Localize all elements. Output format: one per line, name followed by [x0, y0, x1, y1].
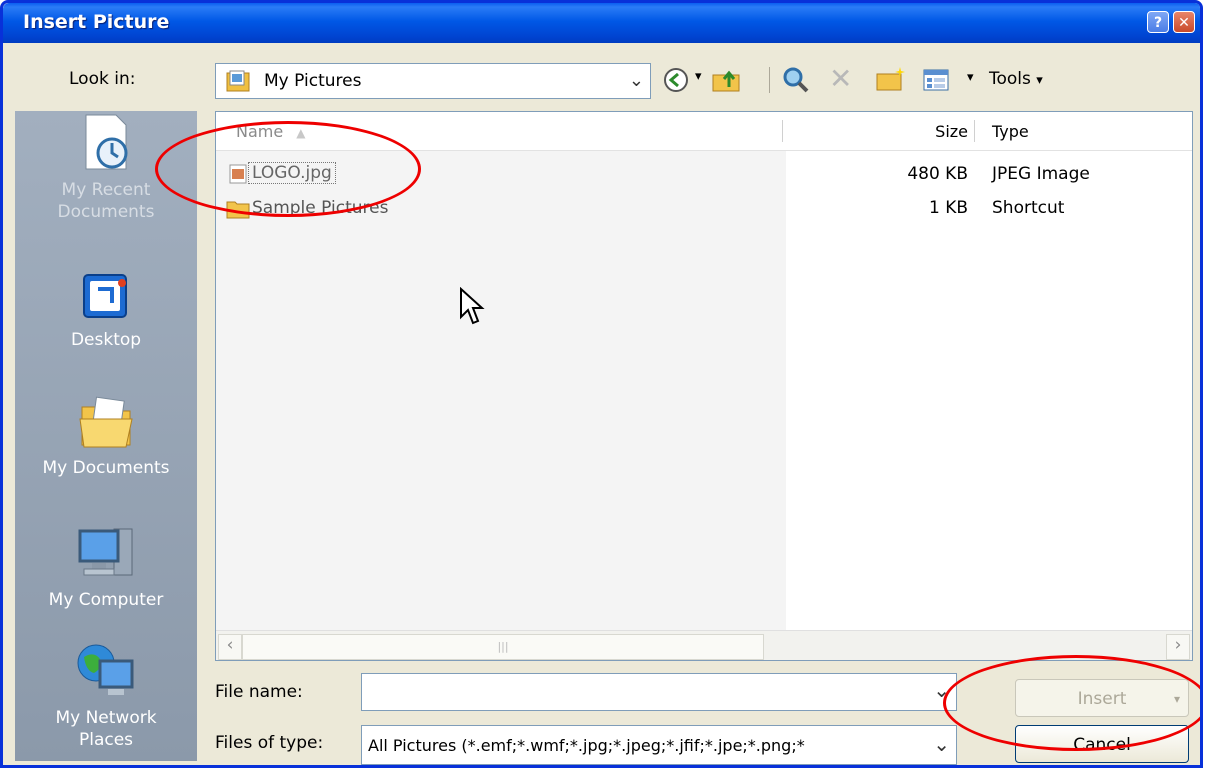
place-label: Places: [78, 730, 134, 750]
file-name-combobox[interactable]: ⌄: [361, 673, 957, 711]
place-label: Desktop: [70, 330, 142, 350]
column-header-type[interactable]: Type: [992, 122, 1029, 141]
chevron-down-icon: ⌄: [628, 70, 644, 91]
file-name-label: File name:: [215, 682, 303, 702]
tools-label: Tools: [989, 69, 1031, 89]
places-bar: My Recent Documents Desktop My Documents: [15, 111, 197, 761]
column-header-size[interactable]: Size: [916, 122, 968, 141]
place-label: Documents: [57, 202, 155, 222]
scroll-left-button[interactable]: ‹: [218, 634, 242, 660]
toolbar-separator: [769, 67, 770, 93]
annotation-circle-insert: [943, 655, 1200, 751]
place-my-network-places[interactable]: My Network Places: [15, 641, 197, 751]
place-label: My Documents: [42, 458, 170, 478]
back-arrow-icon: [664, 68, 688, 92]
network-places-icon: [77, 644, 134, 695]
folder-up-icon: [712, 70, 740, 92]
files-of-type-value: All Pictures (*.emf;*.wmf;*.jpg;*.jpeg;*…: [368, 736, 805, 755]
place-label: My Computer: [48, 590, 164, 610]
back-dropdown-icon[interactable]: ▾: [695, 69, 702, 84]
views-icon: [923, 69, 949, 91]
chevron-right-icon: ›: [1174, 635, 1182, 655]
recent-documents-icon: [85, 114, 128, 170]
column-divider[interactable]: [782, 120, 783, 142]
help-icon: ?: [1153, 15, 1163, 31]
search-icon: [783, 67, 809, 93]
my-documents-icon: [79, 396, 133, 448]
desktop-icon: [83, 274, 127, 318]
file-type: JPEG Image: [992, 164, 1090, 184]
place-desktop[interactable]: Desktop: [15, 271, 197, 351]
views-dropdown-icon[interactable]: ▾: [967, 70, 974, 85]
title-bar[interactable]: Insert Picture ? ✕: [3, 3, 1200, 43]
delete-icon: ✕: [829, 62, 853, 95]
mouse-cursor-icon: [460, 287, 485, 325]
column-divider[interactable]: [974, 120, 975, 142]
scroll-right-button[interactable]: ›: [1166, 634, 1190, 660]
grip-icon: |||: [497, 640, 509, 653]
my-pictures-icon: [226, 70, 250, 92]
create-new-folder-button[interactable]: [875, 65, 911, 95]
file-size: 1 KB: [928, 198, 968, 218]
files-of-type-dropdown[interactable]: All Pictures (*.emf;*.wmf;*.jpg;*.jpeg;*…: [361, 725, 957, 765]
look-in-dropdown[interactable]: My Pictures ⌄: [215, 63, 651, 99]
place-label: My Network: [55, 708, 157, 728]
close-icon: ✕: [1178, 15, 1190, 31]
file-type: Shortcut: [992, 198, 1065, 218]
scroll-thumb[interactable]: |||: [242, 634, 764, 660]
annotation-circle-logo: [155, 121, 421, 217]
search-web-button[interactable]: [781, 65, 815, 95]
look-in-value: My Pictures: [264, 71, 362, 91]
chevron-left-icon: ‹: [226, 635, 234, 655]
delete-button[interactable]: ✕: [829, 65, 857, 95]
insert-picture-dialog: Insert Picture ? ✕ Look in: My Pictures …: [0, 0, 1203, 768]
tools-dropdown-icon: ▾: [1036, 73, 1043, 88]
place-my-computer[interactable]: My Computer: [15, 523, 197, 611]
tools-menu-button[interactable]: Tools ▾: [989, 69, 1043, 89]
my-computer-icon: [78, 528, 133, 576]
place-my-documents[interactable]: My Documents: [15, 391, 197, 479]
chevron-down-icon: ⌄: [933, 732, 950, 756]
file-size: 480 KB: [907, 164, 968, 184]
views-button[interactable]: [923, 65, 957, 95]
help-button[interactable]: ?: [1147, 11, 1169, 33]
up-one-level-button[interactable]: [711, 65, 745, 95]
files-of-type-label: Files of type:: [215, 733, 324, 753]
new-folder-icon: [876, 67, 905, 91]
look-in-label: Look in:: [69, 69, 136, 89]
window-title: Insert Picture: [23, 11, 170, 33]
close-button[interactable]: ✕: [1173, 11, 1195, 33]
back-button[interactable]: [663, 65, 693, 95]
